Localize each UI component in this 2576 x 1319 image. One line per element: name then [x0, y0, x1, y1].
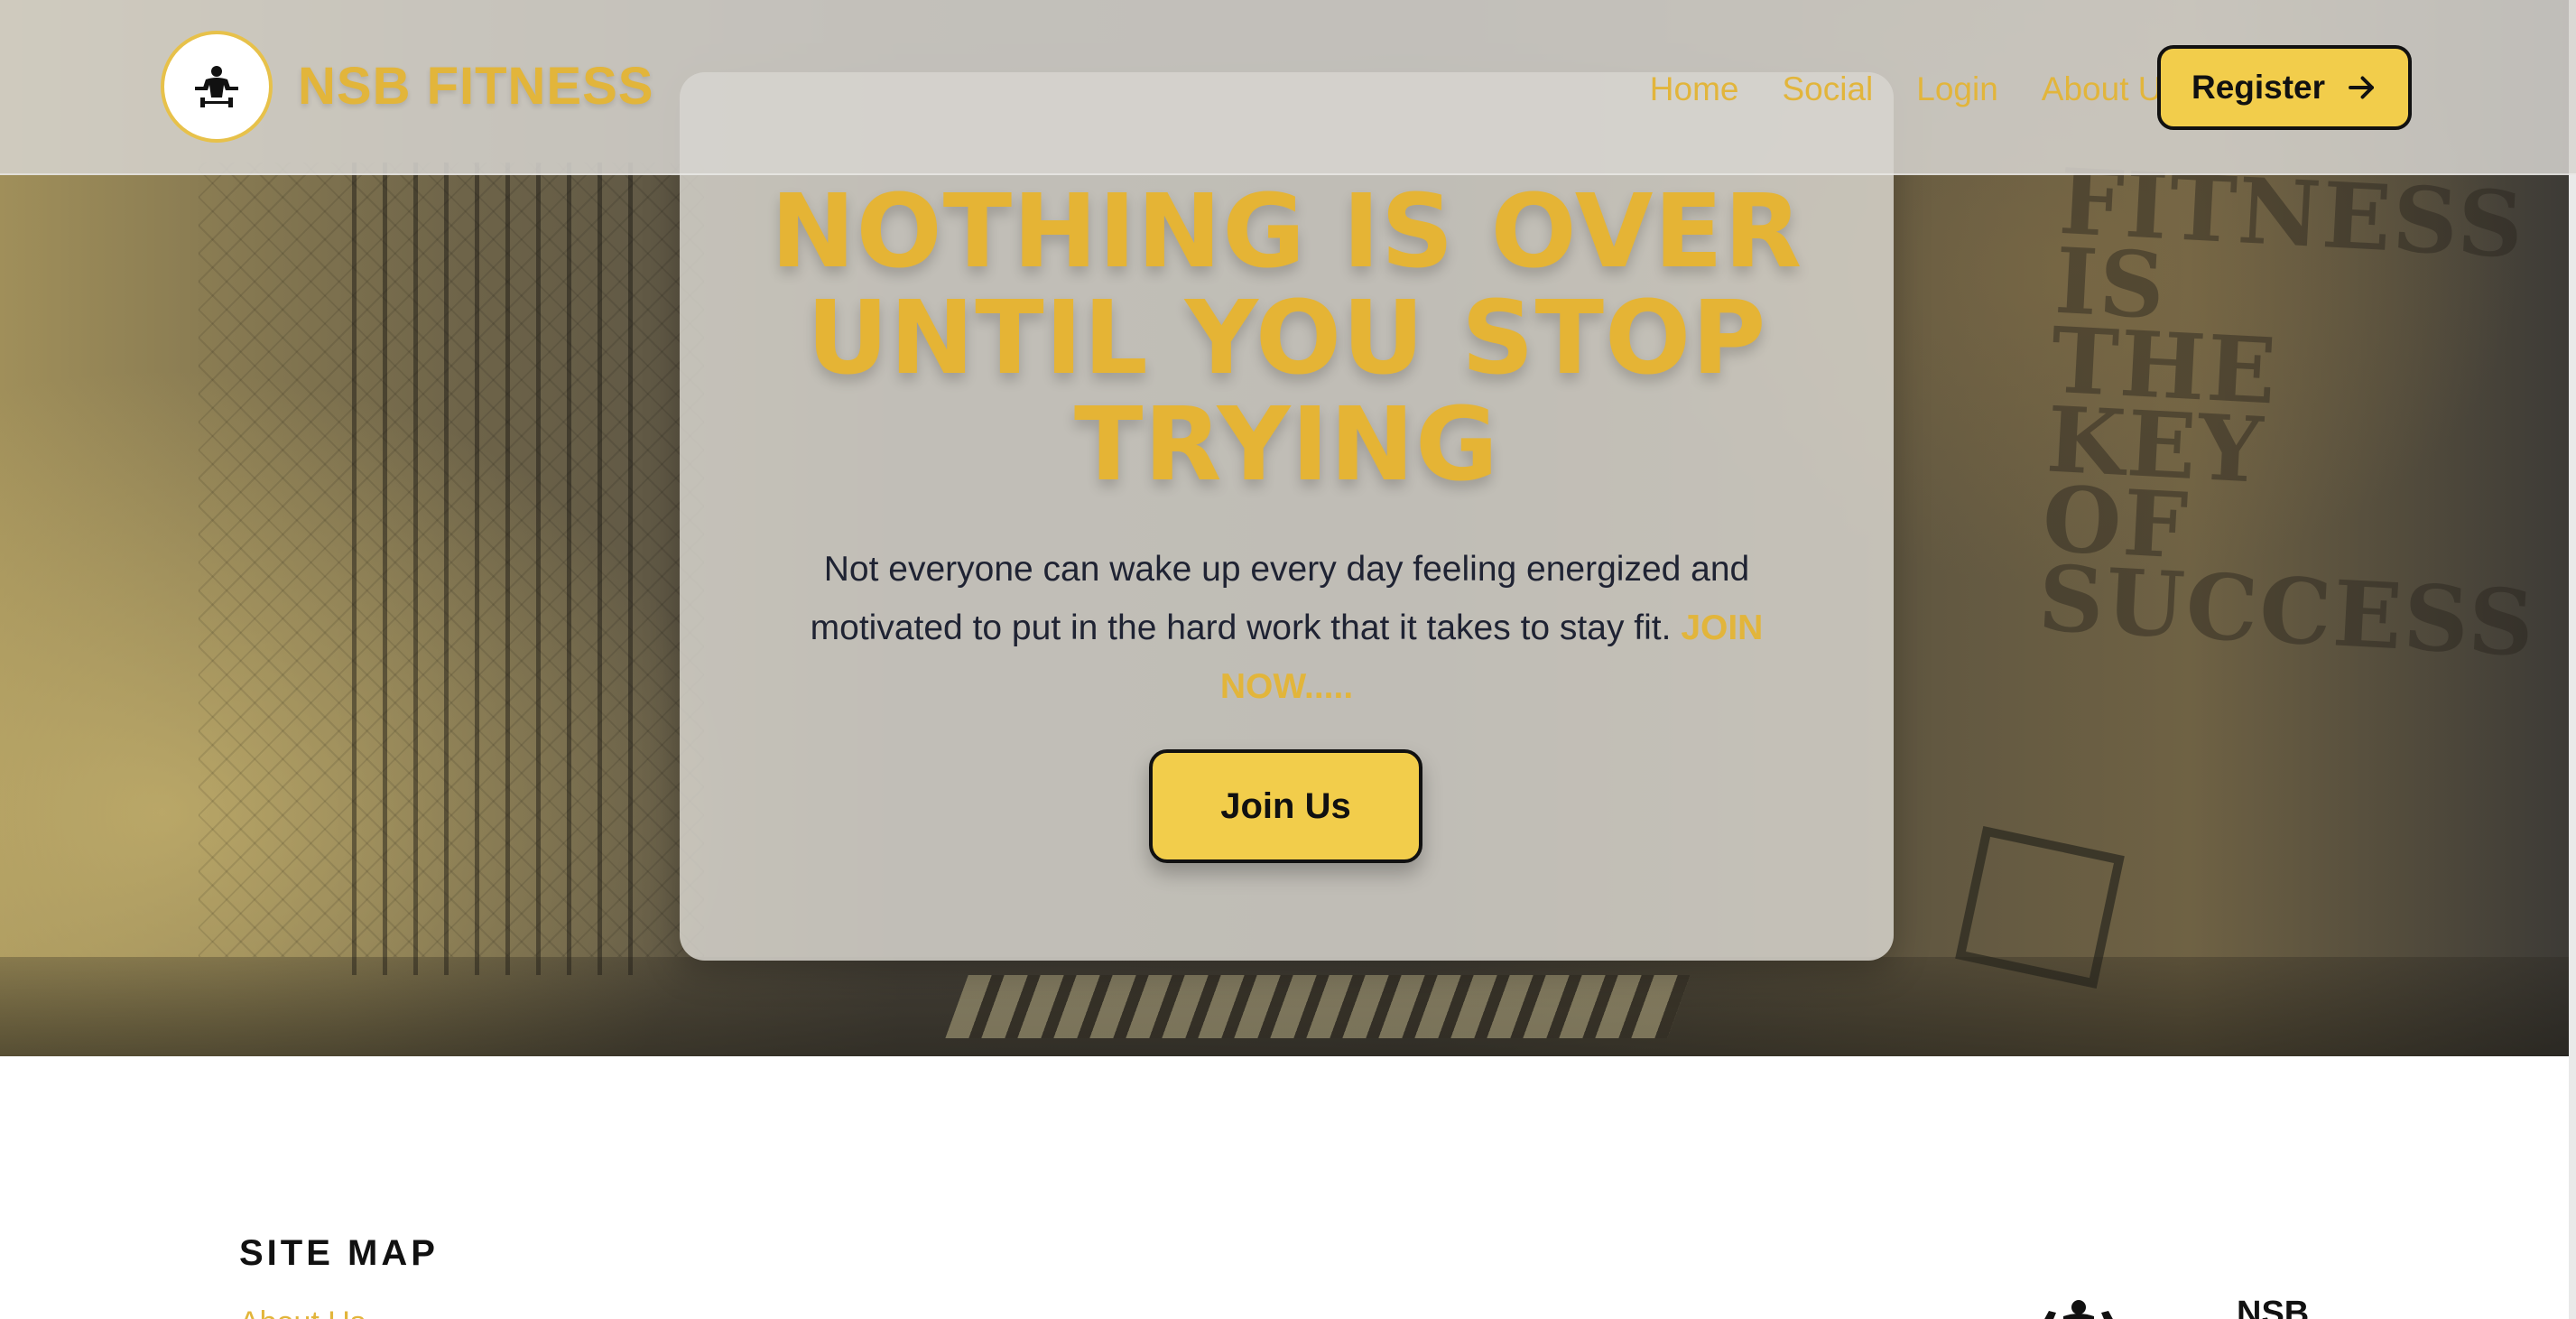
hero-bench	[945, 975, 1691, 1038]
footer-bodybuilder-icon	[2044, 1300, 2113, 1319]
hero-title: NOTHING IS OVER UNTIL YOU STOP TRYING	[680, 179, 1894, 498]
arrow-right-icon	[2349, 76, 2374, 99]
nav-login[interactable]: Login	[1916, 67, 1998, 112]
nav-social[interactable]: Social	[1782, 67, 1873, 112]
hero-title-text: NOTHING IS OVER UNTIL YOU STOP TRYING	[770, 173, 1803, 504]
register-button[interactable]: Register	[2157, 45, 2412, 130]
join-us-button[interactable]: Join Us	[1149, 749, 1422, 863]
bodybuilder-icon	[195, 66, 238, 107]
sitemap-title: SITE MAP	[239, 1233, 439, 1273]
hero-wall-text: FITNESS IS THE KEY OF SUCCESS	[2035, 147, 2539, 677]
brand-name[interactable]: NSB FITNESS	[298, 56, 654, 116]
hero-description-text: Not everyone can wake up every day feeli…	[810, 550, 1750, 647]
hero-chains	[352, 163, 659, 975]
main-nav: Home Social Login About Us	[1650, 67, 2179, 112]
scrollbar-track[interactable]	[2569, 0, 2576, 1319]
hero-card: NOTHING IS OVER UNTIL YOU STOP TRYING No…	[680, 72, 1894, 961]
hero-description: Not everyone can wake up every day feeli…	[765, 540, 1808, 716]
sitemap-link-about-us[interactable]: About Us	[239, 1305, 366, 1319]
footer-brand[interactable]: NSB	[2237, 1295, 2309, 1319]
site-header: NSB FITNESS Home Social Login About Us R…	[0, 0, 2576, 175]
site-logo[interactable]	[161, 31, 273, 143]
nav-home[interactable]: Home	[1650, 67, 1739, 112]
register-button-label: Register	[2191, 69, 2326, 106]
